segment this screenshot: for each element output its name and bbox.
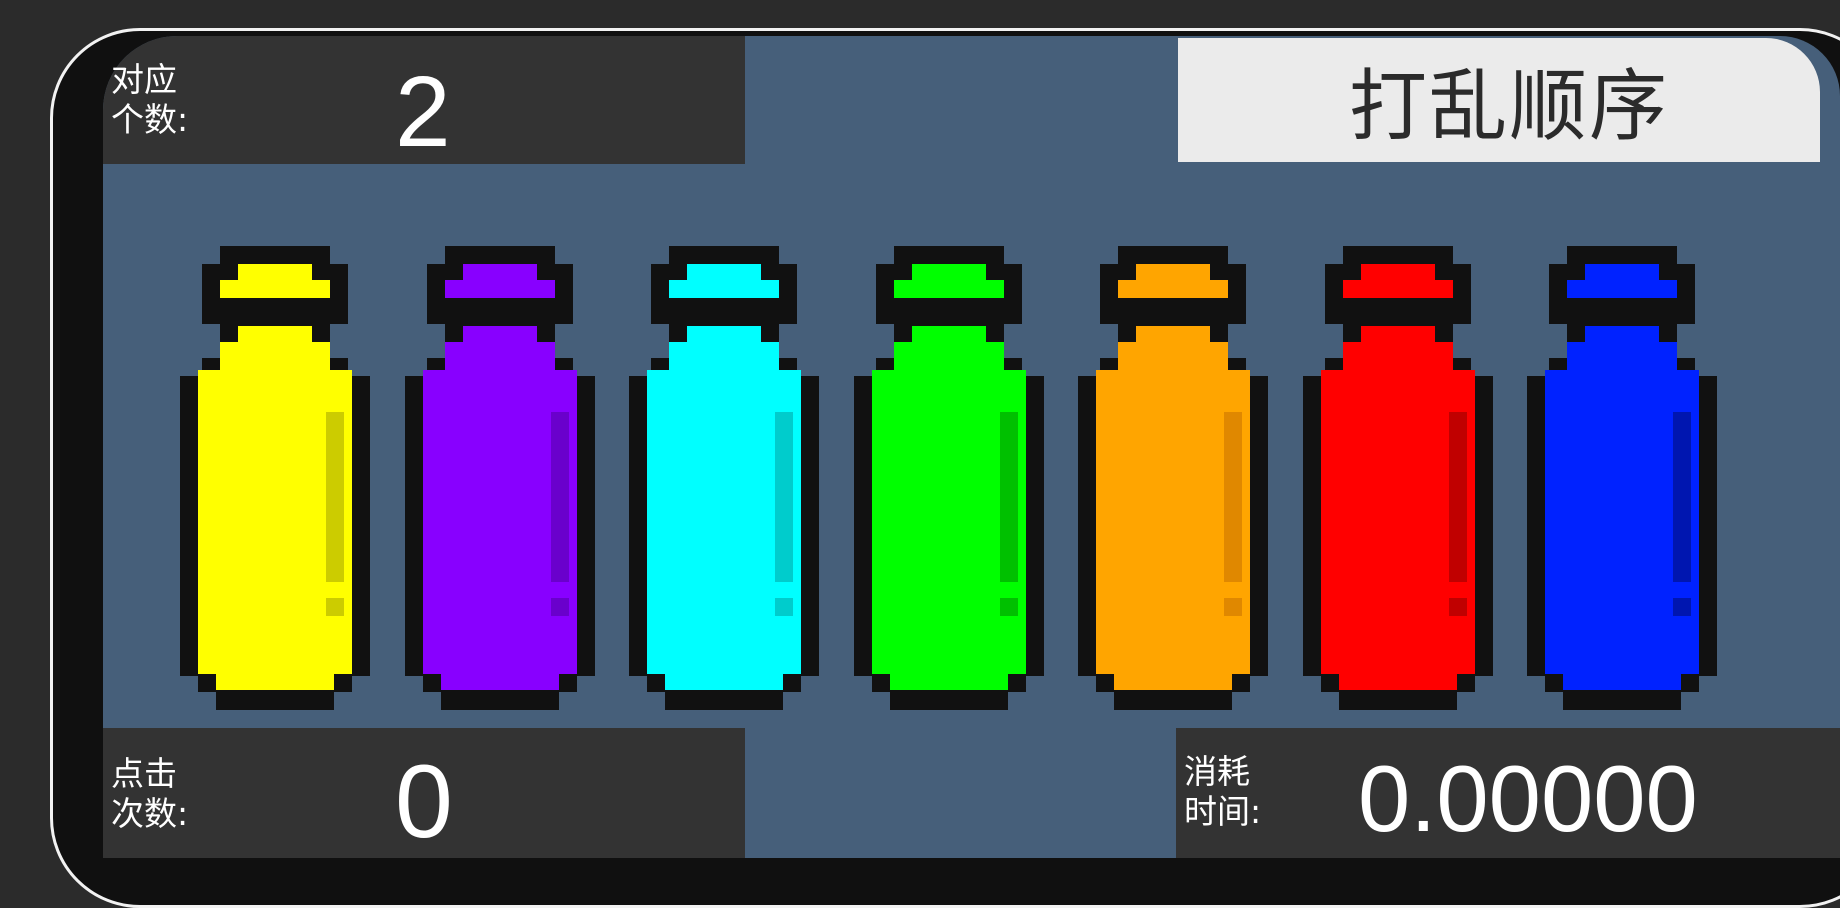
bottle-shine [1000,412,1018,582]
bottle-cap [894,280,1004,298]
bottle-cap [445,280,555,298]
bottle-cap [687,264,761,282]
bottle-blue[interactable] [1527,246,1717,710]
bottle-shoulder [198,370,352,390]
click-count-value: 0 [395,744,453,860]
shuffle-button[interactable]: 打乱顺序 [1178,38,1820,162]
bottle-cap [1343,280,1453,298]
bottle-shine-dot [1449,598,1467,616]
bottle-shine [1673,412,1691,582]
bottle-shine-dot [775,598,793,616]
bottle-shoulder [220,342,330,372]
bottle-base [665,672,783,690]
cap-outline [445,246,555,264]
elapsed-time-value: 0.00000 [1358,746,1698,851]
bottle-base [1114,672,1232,690]
cap-outline [894,246,1004,264]
elapsed-time-label: 消耗 时间: [1184,752,1262,831]
match-count-label: 对应 个数: [111,60,189,139]
cap-shadow [687,298,761,308]
cap-shadow [1585,298,1659,308]
bottle-cap [1136,264,1210,282]
bottle-graphic [1303,246,1493,710]
bottle-shine-dot [551,598,569,616]
bottle-shoulder [1321,370,1475,390]
bottle-shoulder [872,370,1026,390]
bottle-shoulder [1096,370,1250,390]
bottle-shine-dot [1673,598,1691,616]
bottle-cap [912,264,986,282]
bottle-yellow[interactable] [180,246,370,710]
bottle-base [890,672,1008,690]
cap-shadow [1136,298,1210,308]
bottle-shoulder [894,342,1004,372]
elapsed-time-panel: 消耗 时间: 0.00000 [1176,728,1840,858]
bottle-shoulder [647,370,801,390]
bottle-graphic [1527,246,1717,710]
bottle-orange[interactable] [1078,246,1268,710]
bottle-graphic [405,246,595,710]
cap-outline [1118,246,1228,264]
bottle-graphic [854,246,1044,710]
bottle-base [1563,672,1681,690]
bottle-shoulder [423,370,577,390]
bottle-shoulder [1567,342,1677,372]
bottle-base [1339,672,1457,690]
bottle-graphic [180,246,370,710]
bottle-base [441,672,559,690]
bottle-cap [1585,264,1659,282]
bottle-cap [669,280,779,298]
bottle-cap [220,280,330,298]
bottle-graphic [629,246,819,710]
bottle-shine [1449,412,1467,582]
match-count-value: 2 [395,56,451,168]
bottle-shine-dot [1224,598,1242,616]
cap-outline [669,246,779,264]
click-count-panel: 点击 次数: 0 [103,728,745,858]
match-count-panel: 对应 个数: 2 [103,36,745,164]
bottle-shine [775,412,793,582]
bottle-shine-dot [1000,598,1018,616]
bottle-shoulder [445,342,555,372]
bottle-cap [463,264,537,282]
bottle-shoulder [1545,370,1699,390]
bottle-cap [1567,280,1677,298]
cap-shadow [1361,298,1435,308]
bottle-shine [551,412,569,582]
cap-shadow [912,298,986,308]
bottle-graphic [1078,246,1268,710]
bottle-purple[interactable] [405,246,595,710]
cap-outline [1567,246,1677,264]
bottle-shoulder [669,342,779,372]
bottle-shine [1224,412,1242,582]
cap-shadow [463,298,537,308]
bottle-green[interactable] [854,246,1044,710]
bottle-cyan[interactable] [629,246,819,710]
bottle-base [216,672,334,690]
bottle-cap [1361,264,1435,282]
bottle-shoulder [1343,342,1453,372]
bottle-shoulder [1118,342,1228,372]
cap-outline [220,246,330,264]
click-count-label: 点击 次数: [111,754,189,833]
bottle-red[interactable] [1303,246,1493,710]
cap-shadow [238,298,312,308]
bottle-shine [326,412,344,582]
bottle-shine-dot [326,598,344,616]
cap-outline [1343,246,1453,264]
bottle-cap [238,264,312,282]
bottle-cap [1118,280,1228,298]
